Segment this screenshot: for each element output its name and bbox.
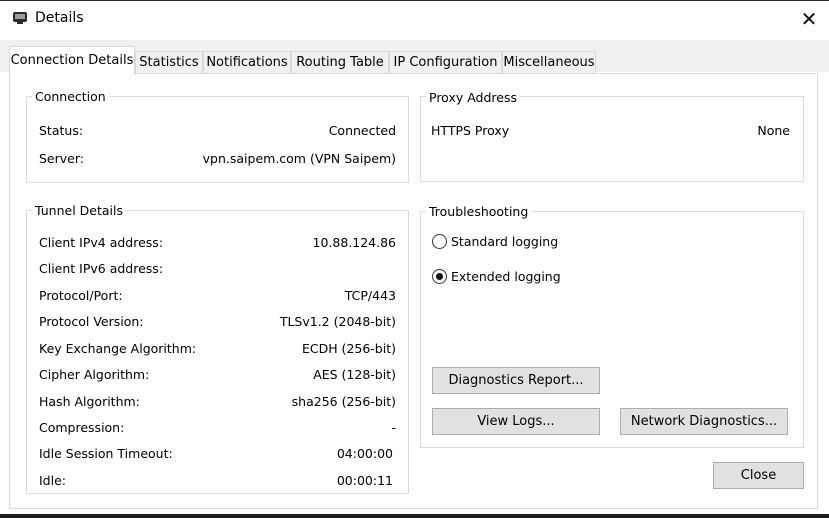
tunnel-row-label: Protocol/Port: — [39, 288, 123, 303]
tunnel-row-label: Idle Session Timeout: — [39, 446, 173, 461]
tunnel-row-value: 04:00:00 — [336, 446, 393, 461]
close-button[interactable]: Close — [713, 462, 804, 489]
radio-selected-dot — [436, 273, 443, 280]
title-bar — [0, 0, 829, 40]
proxy-group — [420, 96, 804, 182]
network-diagnostics-button[interactable]: Network Diagnostics... — [620, 408, 788, 435]
troubleshooting-group-title: Troubleshooting — [426, 204, 532, 219]
tab-ip-configuration[interactable]: IP Configuration — [389, 51, 502, 73]
tunnel-row-label: Client IPv6 address: — [39, 261, 164, 276]
connection-group — [26, 96, 409, 183]
tunnel-row-value: ECDH (256-bit) — [301, 341, 396, 356]
server-value: vpn.saipem.com (VPN Saipem) — [202, 151, 396, 166]
window-top-border — [0, 0, 829, 1]
diagnostics-report-button[interactable]: Diagnostics Report... — [432, 367, 600, 394]
tunnel-row-value: TLSv1.2 (2048-bit) — [279, 314, 396, 329]
connection-group-title: Connection — [32, 89, 109, 104]
tunnel-row-value: - — [391, 420, 396, 435]
proxy-group-title: Proxy Address — [426, 90, 520, 105]
view-logs-button[interactable]: View Logs... — [432, 408, 600, 435]
standard-logging-label[interactable]: Standard logging — [451, 234, 558, 249]
https-proxy-label: HTTPS Proxy — [431, 123, 510, 138]
tunnel-row-value: 10.88.124.86 — [312, 235, 397, 250]
tunnel-row-label: Client IPv4 address: — [39, 235, 164, 250]
tunnel-row-label: Hash Algorithm: — [39, 394, 140, 409]
tunnel-row-label: Cipher Algorithm: — [39, 367, 150, 382]
status-value: Connected — [328, 123, 396, 138]
tunnel-row-value: 00:00:11 — [336, 473, 393, 488]
tunnel-details-group-title: Tunnel Details — [32, 203, 126, 218]
tab-statistics[interactable]: Statistics — [135, 51, 203, 73]
standard-logging-radio[interactable] — [432, 234, 447, 249]
window-title: Details — [35, 10, 84, 26]
tab-miscellaneous[interactable]: Miscellaneous — [502, 51, 596, 73]
app-icon — [12, 11, 28, 25]
tunnel-row-value: TCP/443 — [344, 288, 396, 303]
tunnel-row-label: Idle: — [39, 473, 66, 488]
tunnel-row-value: sha256 (256-bit) — [291, 394, 396, 409]
tunnel-row-label: Protocol Version: — [39, 314, 144, 329]
server-label: Server: — [39, 151, 84, 166]
tab-connection-details[interactable]: Connection Details — [9, 46, 135, 75]
close-icon[interactable]: ✕ — [798, 8, 820, 30]
extended-logging-label[interactable]: Extended logging — [451, 269, 561, 284]
tunnel-row-label: Compression: — [39, 420, 125, 435]
tunnel-row-label: Key Exchange Algorithm: — [39, 341, 197, 356]
status-label: Status: — [39, 123, 84, 138]
tab-routing-table[interactable]: Routing Table — [291, 51, 389, 73]
extended-logging-radio[interactable] — [432, 269, 447, 284]
tunnel-row-value: AES (128-bit) — [313, 367, 396, 382]
tab-notifications[interactable]: Notifications — [203, 51, 291, 73]
https-proxy-value: None — [757, 123, 790, 138]
taskbar-edge — [0, 514, 829, 518]
